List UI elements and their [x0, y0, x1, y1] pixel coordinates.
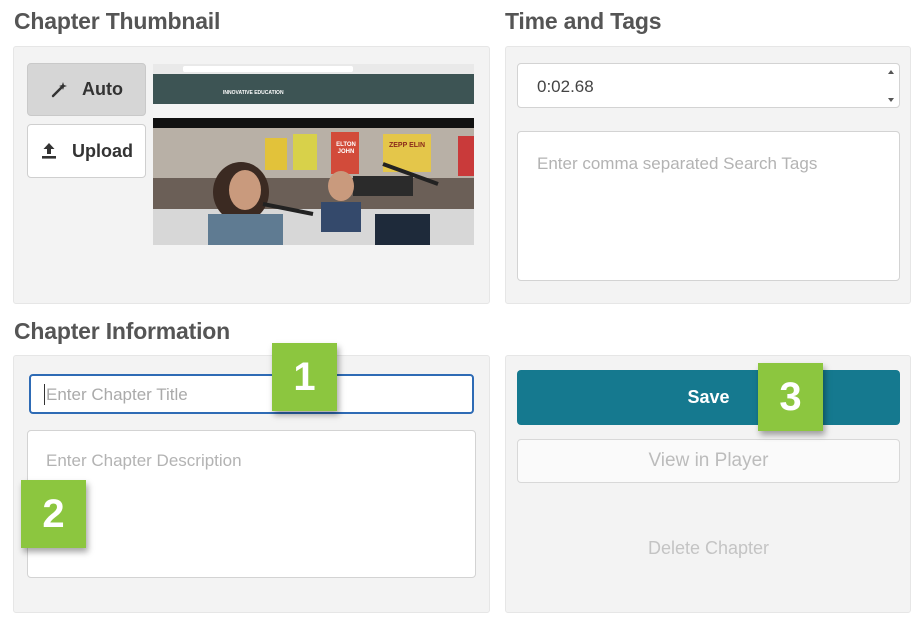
chapter-information-heading: Chapter Information [14, 318, 230, 344]
upload-thumbnail-button[interactable]: Upload [27, 124, 146, 178]
callout-badge-2: 2 [21, 480, 86, 548]
search-tags-placeholder: Enter comma separated Search Tags [537, 154, 818, 173]
text-caret [44, 384, 45, 405]
save-button[interactable]: Save [517, 370, 900, 425]
callout-badge-3: 3 [758, 363, 823, 431]
auto-thumbnail-button[interactable]: Auto [27, 63, 146, 116]
upload-icon [40, 142, 58, 160]
chapter-title-placeholder: Enter Chapter Title [46, 385, 188, 404]
chapter-title-input[interactable]: Enter Chapter Title [29, 374, 474, 414]
time-and-tags-heading: Time and Tags [505, 8, 662, 34]
time-input[interactable]: 0:02.68 [517, 63, 900, 108]
auto-button-label: Auto [82, 79, 123, 99]
time-value: 0:02.68 [537, 77, 594, 96]
magic-wand-icon [50, 81, 68, 99]
preview-poster-2: ZEPP ELIN [388, 142, 426, 149]
search-tags-input[interactable]: Enter comma separated Search Tags [517, 131, 900, 281]
view-in-player-button[interactable]: View in Player [517, 439, 900, 483]
time-spinner[interactable] [887, 68, 895, 104]
preview-poster-1: ELTON JOHN [336, 142, 356, 155]
preview-site-name: INNOVATIVE EDUCATION [223, 90, 284, 96]
chapter-thumbnail-heading: Chapter Thumbnail [14, 8, 221, 34]
callout-badge-1: 1 [272, 343, 337, 411]
delete-chapter-button[interactable]: Delete Chapter [517, 528, 900, 568]
upload-button-label: Upload [72, 140, 133, 161]
chapter-description-input[interactable]: Enter Chapter Description [27, 430, 476, 578]
chapter-description-placeholder: Enter Chapter Description [46, 451, 242, 470]
thumbnail-preview-image: INNOVATIVE EDUCATION ELTON JOHN ZEPP ELI… [153, 64, 474, 245]
